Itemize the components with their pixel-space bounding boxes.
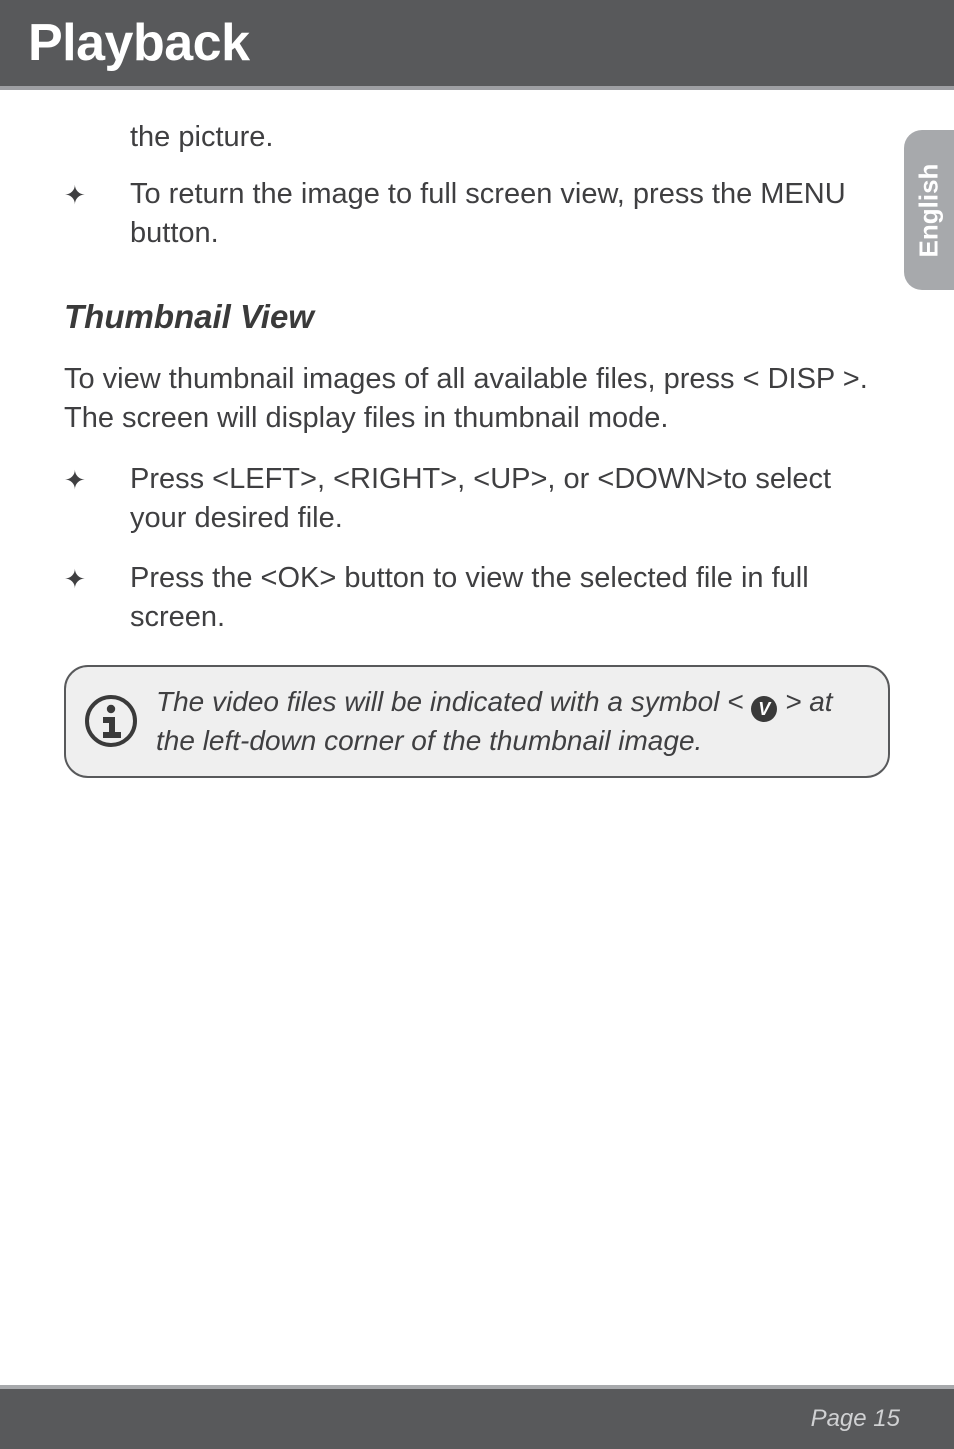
- header-bar: Playback: [0, 0, 954, 86]
- page-title: Playback: [28, 13, 250, 73]
- bullet-text: Press the <OK> button to view the select…: [130, 559, 890, 637]
- body-paragraph: To view thumbnail images of all availabl…: [64, 360, 890, 438]
- bullet-item: ✦ To return the image to full screen vie…: [64, 175, 890, 253]
- bullet-item: ✦ Press the <OK> button to view the sele…: [64, 559, 890, 637]
- star-icon: ✦: [64, 559, 130, 637]
- bullet-text: To return the image to full screen view,…: [130, 175, 890, 253]
- section-heading: Thumbnail View: [64, 295, 890, 340]
- star-icon: ✦: [64, 460, 130, 538]
- callout-text: The video files will be indicated with a…: [156, 683, 866, 760]
- bullet-item: ✦ Press <LEFT>, <RIGHT>, <UP>, or <DOWN>…: [64, 460, 890, 538]
- video-badge-letter: V: [758, 697, 770, 721]
- footer-bar: Page 15: [0, 1389, 954, 1449]
- star-icon: ✦: [64, 175, 130, 253]
- info-callout: The video files will be indicated with a…: [64, 665, 890, 778]
- language-tab-label: English: [914, 163, 945, 257]
- continued-paragraph: the picture.: [130, 118, 890, 157]
- manual-page: Playback English the picture. ✦ To retur…: [0, 0, 954, 1449]
- info-icon: [84, 694, 138, 748]
- body-content: the picture. ✦ To return the image to fu…: [0, 90, 954, 778]
- bullet-text: Press <LEFT>, <RIGHT>, <UP>, or <DOWN>to…: [130, 460, 890, 538]
- page-number: Page 15: [811, 1405, 900, 1433]
- language-tab: English: [904, 130, 954, 290]
- video-badge-icon: V: [751, 696, 777, 722]
- callout-part-1: The video files will be indicated with a…: [156, 686, 751, 717]
